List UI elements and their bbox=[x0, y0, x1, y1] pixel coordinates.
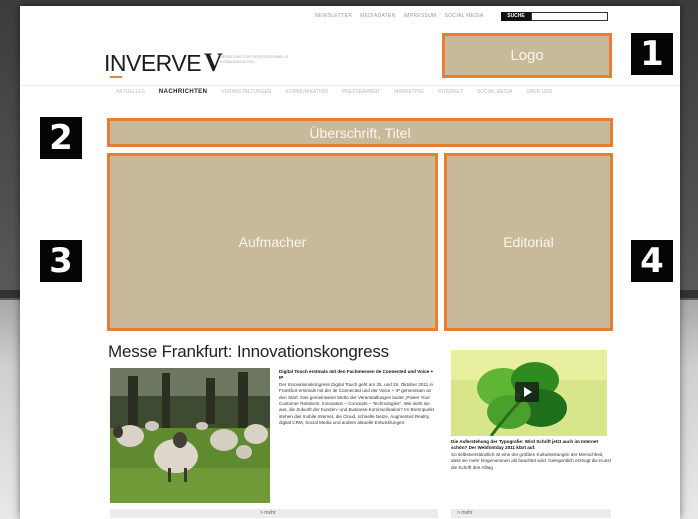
play-icon[interactable] bbox=[515, 382, 539, 402]
brand-name[interactable]: INVERVE bbox=[104, 50, 202, 77]
brand-accent bbox=[110, 76, 122, 78]
brand-tagline: BERATUNG FÜR PROFESSIONELLE KOMMUNIKATIO… bbox=[220, 54, 289, 64]
article-more-link[interactable]: > mehr bbox=[110, 509, 438, 518]
website-page: NEWSLETTER MEDIADATEN IMPRESSUM SOCIAL M… bbox=[20, 6, 680, 519]
search-input[interactable] bbox=[531, 12, 608, 21]
article-headline[interactable]: Messe Frankfurt: Innovationskongress bbox=[108, 342, 389, 362]
aufmacher-region: Aufmacher bbox=[107, 153, 438, 331]
article-body: Der Innovationskongress Digital Touch ge… bbox=[279, 381, 434, 426]
nav-item-pressearbeit[interactable]: PRESSEARBEIT bbox=[342, 89, 380, 95]
sidebar-more-link[interactable]: > mehr bbox=[451, 509, 611, 518]
nav-item-veranstaltungen[interactable]: VERANSTALTUNGEN bbox=[221, 89, 271, 95]
nav-item-social-media[interactable]: SOCIAL MEDIA bbox=[477, 89, 512, 95]
nav-item-internet[interactable]: INTERNET bbox=[438, 89, 463, 95]
utility-link-mediadaten[interactable]: MEDIADATEN bbox=[360, 13, 395, 19]
nav-item-marketing[interactable]: MARKETING bbox=[394, 89, 424, 95]
sidebar-teaser: Die Auferstehung der Typografie: Wird Sc… bbox=[451, 439, 611, 471]
utility-link-newsletter[interactable]: NEWSLETTER bbox=[315, 13, 352, 19]
sheep-photo[interactable] bbox=[110, 368, 270, 503]
nav-item-nachrichten[interactable]: NACHRICHTEN bbox=[159, 89, 207, 95]
marker-1: 1 bbox=[631, 33, 673, 75]
main-nav: AKTUELLES NACHRICHTEN VERANSTALTUNGEN KO… bbox=[20, 85, 680, 97]
marker-2: 2 bbox=[40, 117, 82, 159]
title-region: Überschrift, Titel bbox=[107, 118, 613, 147]
logo-region: Logo bbox=[442, 33, 612, 78]
marker-3: 3 bbox=[40, 240, 82, 282]
nav-item-ueber-uns[interactable]: ÜBER UNS bbox=[526, 89, 552, 95]
nav-item-aktuelles[interactable]: AKTUELLES bbox=[116, 89, 145, 95]
utility-link-impressum[interactable]: IMPRESSUM bbox=[404, 13, 437, 19]
article-teaser: Digital Touch erstmals mit den Fachmesse… bbox=[279, 369, 434, 427]
nav-item-kommunikation[interactable]: KOMMUNIKATION bbox=[285, 89, 327, 95]
editorial-region: Editorial bbox=[444, 153, 613, 331]
utility-nav: NEWSLETTER MEDIADATEN IMPRESSUM SOCIAL M… bbox=[315, 13, 484, 19]
clover-video[interactable] bbox=[451, 350, 607, 436]
search-button[interactable]: SUCHE bbox=[501, 12, 531, 21]
article-lead[interactable]: Digital Touch erstmals mit den Fachmesse… bbox=[279, 369, 434, 382]
marker-4: 4 bbox=[631, 240, 673, 282]
utility-link-social-media[interactable]: SOCIAL MEDIA bbox=[445, 13, 484, 19]
sidebar-body: So selbstverständlich ist eine der größt… bbox=[451, 451, 611, 470]
sidebar-lead[interactable]: Die Auferstehung der Typografie: Wird Sc… bbox=[451, 439, 611, 452]
